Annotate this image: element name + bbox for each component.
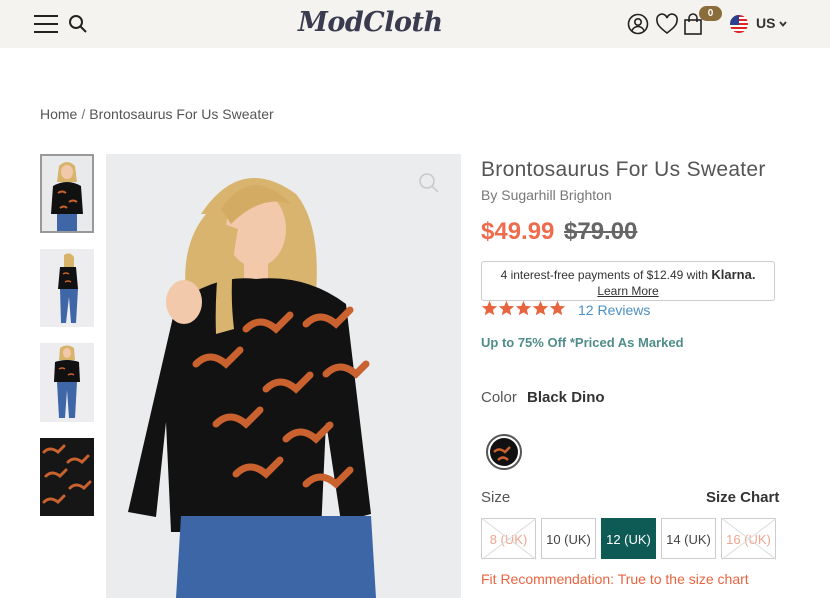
klarna-banner: 4 interest-free payments of $12.49 with … — [481, 261, 775, 301]
size-option-16-uk[interactable]: 16 (UK) — [721, 518, 776, 559]
size-chart-link[interactable]: Size Chart — [706, 489, 779, 506]
zoom-icon[interactable] — [418, 172, 440, 194]
promo-text: Up to 75% Off *Priced As Marked — [481, 335, 684, 350]
product-thumbnail-1[interactable] — [40, 154, 94, 233]
star-icon — [498, 300, 515, 316]
product-title: Brontosaurus For Us Sweater — [481, 158, 766, 181]
fit-recommendation: Fit Recommendation: True to the size cha… — [481, 571, 749, 587]
heart-icon[interactable] — [655, 13, 679, 35]
klarna-learn-more-link[interactable]: Learn More — [482, 284, 774, 298]
size-option-10-uk[interactable]: 10 (UK) — [541, 518, 596, 559]
size-option-12-uk[interactable]: 12 (UK) — [601, 518, 656, 559]
size-option-14-uk[interactable]: 14 (UK) — [661, 518, 716, 559]
breadcrumb-separator: / — [81, 106, 86, 122]
product-thumbnail-2[interactable] — [40, 249, 94, 327]
product-thumbnail-4[interactable] — [40, 438, 94, 516]
size-label: Size — [481, 489, 511, 506]
breadcrumb-home[interactable]: Home — [40, 106, 77, 122]
breadcrumb-current: Brontosaurus For Us Sweater — [89, 106, 274, 122]
account-icon[interactable] — [627, 13, 649, 35]
bag-count-badge[interactable]: 0 — [699, 6, 722, 21]
locale-selector[interactable]: US — [756, 15, 775, 31]
original-price: $79.00 — [564, 218, 638, 245]
chevron-down-icon[interactable] — [779, 21, 787, 27]
color-swatch-black-dino[interactable] — [486, 434, 522, 470]
product-brand[interactable]: By Sugarhill Brighton — [481, 187, 612, 203]
hamburger-menu-icon[interactable] — [34, 15, 58, 33]
star-icon — [481, 300, 498, 316]
site-header: ModCloth 0 US — [0, 0, 830, 48]
breadcrumb: Home / Brontosaurus For Us Sweater — [40, 106, 274, 122]
reviews-link[interactable]: 12 Reviews — [578, 302, 650, 318]
color-label: Color — [481, 389, 517, 406]
us-flag-icon[interactable] — [730, 15, 748, 33]
search-icon[interactable] — [68, 14, 88, 34]
star-icon — [515, 300, 532, 316]
rating-stars[interactable] — [481, 300, 566, 322]
product-main-image[interactable] — [106, 154, 461, 598]
klarna-text: 4 interest-free payments of $12.49 with — [500, 268, 709, 282]
star-icon — [532, 300, 549, 316]
color-value: Black Dino — [527, 389, 605, 406]
sale-price: $49.99 — [481, 218, 555, 245]
size-option-8-uk[interactable]: 8 (UK) — [481, 518, 536, 559]
product-thumbnail-3[interactable] — [40, 343, 94, 422]
klarna-logo: Klarna. — [711, 267, 756, 282]
star-icon — [549, 300, 566, 316]
site-logo[interactable]: ModCloth — [298, 7, 443, 38]
